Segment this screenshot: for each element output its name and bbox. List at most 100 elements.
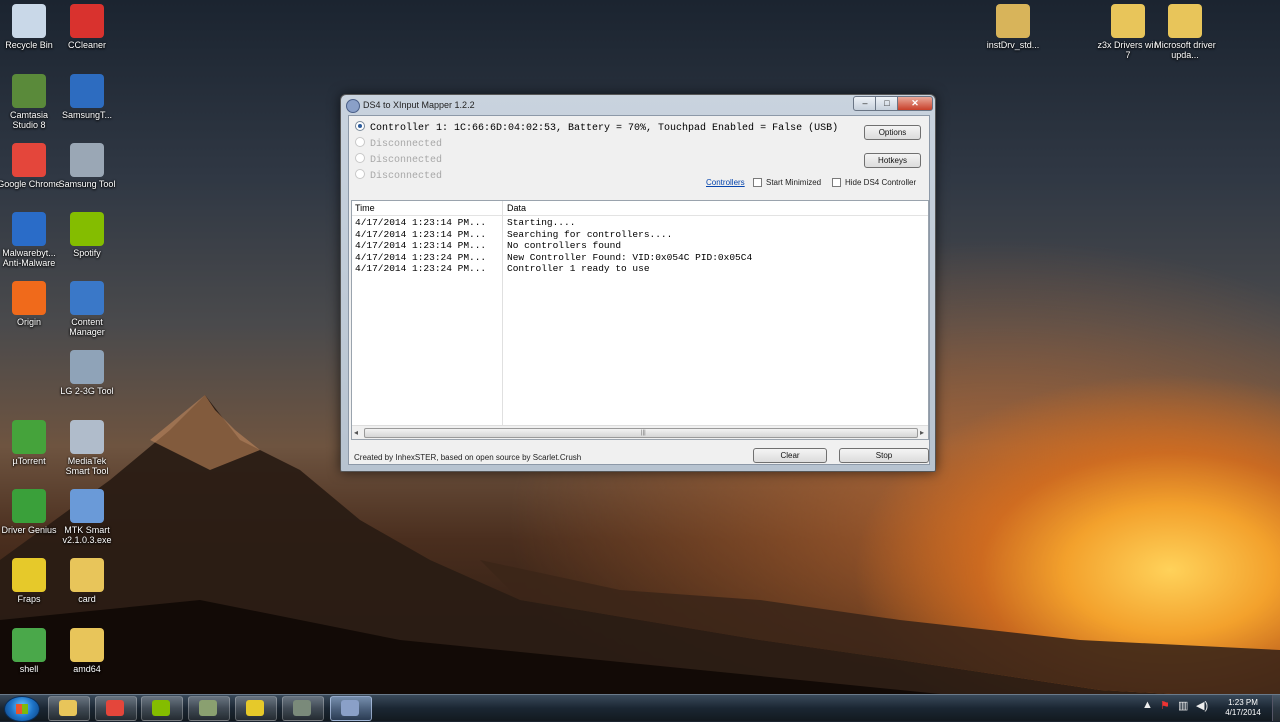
desktop-icon-label: instDrv_std...: [986, 40, 1040, 50]
desktop-icon[interactable]: LG 2-3G Tool: [55, 350, 119, 396]
folder-icon: [70, 628, 104, 662]
checkbox-icon[interactable]: [753, 178, 762, 188]
desktop-icon-label: Malwarebyt... Anti-Malware: [2, 248, 56, 268]
desktop-icon[interactable]: card: [55, 558, 119, 604]
radio-selected-icon[interactable]: [355, 121, 365, 132]
spotify-icon: [70, 212, 104, 246]
options-button[interactable]: Options: [864, 125, 921, 140]
start-minimized-checkbox[interactable]: Start Minimized: [753, 178, 822, 188]
desktop-icon-label: Origin: [16, 317, 41, 327]
ds4-mapper-icon: [341, 700, 359, 716]
desktop-icon-label: z3x Drivers win 7: [1097, 40, 1159, 60]
network-icon[interactable]: ▥: [1178, 699, 1188, 712]
app-icon: [346, 99, 360, 113]
desktop-icon-label: Samsung Tool: [58, 179, 116, 189]
mediatek-icon: [70, 420, 104, 454]
log-time: 4/17/2014 1:23:24 PM...: [355, 251, 487, 263]
time-column-header[interactable]: Time: [355, 203, 375, 213]
start-minimized-label: Start Minimized: [766, 178, 822, 187]
scroll-left-icon[interactable]: ◂: [354, 428, 358, 437]
desktop-icon[interactable]: instDrv_std...: [981, 4, 1045, 50]
desktop-icon[interactable]: MediaTek Smart Tool: [55, 420, 119, 476]
desktop-icon-label: amd64: [73, 664, 101, 674]
desktop-icon[interactable]: µTorrent: [0, 420, 61, 466]
action-center-flag-icon[interactable]: ⚑: [1160, 699, 1170, 712]
desktop-icon[interactable]: Origin: [0, 281, 61, 327]
volume-icon[interactable]: ◀): [1196, 699, 1208, 712]
minimize-button[interactable]: –: [853, 96, 877, 111]
taskbar-button[interactable]: [48, 696, 90, 721]
desktop-icon-label: shell: [19, 664, 39, 674]
ds4-mapper-window[interactable]: DS4 to XInput Mapper 1.2.2 – □ ✕ Control…: [340, 94, 936, 472]
spotify-icon: [152, 700, 170, 716]
taskbar-button[interactable]: [282, 696, 324, 721]
log-data: Searching for controllers....: [507, 228, 673, 240]
camtasia-icon: [12, 74, 46, 108]
desktop-icon[interactable]: Malwarebyt... Anti-Malware: [0, 212, 61, 268]
horizontal-scrollbar[interactable]: ◂ ||| ▸: [352, 425, 928, 439]
maximize-button[interactable]: □: [875, 96, 899, 111]
taskbar-button[interactable]: [235, 696, 277, 721]
controller-2-label: Disconnected: [370, 139, 443, 150]
stop-button[interactable]: Stop: [839, 448, 929, 463]
desktop-icon-label: Microsoft driver upda...: [1154, 40, 1216, 60]
clear-button[interactable]: Clear: [753, 448, 827, 463]
desktop-icon[interactable]: Spotify: [55, 212, 119, 258]
checkbox-icon[interactable]: [832, 178, 841, 188]
scroll-right-icon[interactable]: ▸: [920, 428, 924, 437]
desktop-icon[interactable]: CCleaner: [55, 4, 119, 50]
scrollbar-thumb[interactable]: |||: [364, 428, 918, 438]
tray-overflow-icon[interactable]: ▲: [1142, 699, 1153, 711]
close-button[interactable]: ✕: [897, 96, 933, 111]
folder-icon: [1168, 4, 1202, 38]
controllers-link[interactable]: Controllers: [706, 178, 745, 187]
desktop-icon[interactable]: Samsung Tool: [55, 143, 119, 189]
log-listview[interactable]: Time Data 4/17/2014 1:23:14 PM... Startin…: [351, 200, 929, 440]
desktop-icon[interactable]: Recycle Bin: [0, 4, 61, 50]
desktop-icon-label: LG 2-3G Tool: [60, 386, 114, 396]
ccleaner-icon: [70, 4, 104, 38]
data-column-header[interactable]: Data: [507, 203, 526, 213]
desktop-icon[interactable]: Content Manager: [55, 281, 119, 337]
desktop-icon[interactable]: SamsungT...: [55, 74, 119, 120]
radio-icon: [355, 169, 365, 180]
fraps-icon: [12, 558, 46, 592]
desktop-icon[interactable]: amd64: [55, 628, 119, 674]
desktop-icon[interactable]: z3x Drivers win 7: [1096, 4, 1160, 60]
lg-tool-icon: [70, 350, 104, 384]
chrome-icon: [106, 700, 124, 716]
controller-4-label: Disconnected: [370, 171, 443, 182]
taskbar-button[interactable]: [188, 696, 230, 721]
desktop-icon[interactable]: MTK Smart v2.1.0.3.exe: [55, 489, 119, 545]
start-button[interactable]: [4, 696, 40, 722]
taskbar-button[interactable]: [141, 696, 183, 721]
clock-date: 4/17/2014: [1225, 708, 1261, 717]
desktop-icon[interactable]: Fraps: [0, 558, 61, 604]
camtasia-recorder-icon: [293, 700, 311, 716]
desktop-icon[interactable]: Driver Genius: [0, 489, 61, 535]
hide-ds4-checkbox[interactable]: Hide DS4 Controller: [832, 178, 916, 188]
desktop-icon-label: Content Manager: [69, 317, 105, 337]
desktop-icon[interactable]: Google Chrome: [0, 143, 61, 189]
controller-1-radio[interactable]: Controller 1: 1C:66:6D:04:02:53, Battery…: [355, 121, 838, 136]
log-data: New Controller Found: VID:0x054C PID:0x0…: [507, 251, 753, 263]
window-titlebar[interactable]: DS4 to XInput Mapper 1.2.2 – □ ✕: [341, 95, 935, 115]
samsung-tool-icon: [70, 74, 104, 108]
shell-icon: [12, 628, 46, 662]
installer-icon: [996, 4, 1030, 38]
exe-icon: [70, 489, 104, 523]
explorer-icon: [59, 700, 77, 716]
system-clock[interactable]: 1:23 PM 4/17/2014: [1218, 698, 1268, 718]
hotkeys-button[interactable]: Hotkeys: [864, 153, 921, 168]
camtasia-icon: [199, 700, 217, 716]
desktop-icon[interactable]: Microsoft driver upda...: [1153, 4, 1217, 60]
clock-time: 1:23 PM: [1228, 698, 1258, 707]
show-desktop-button[interactable]: [1272, 695, 1280, 721]
log-time: 4/17/2014 1:23:14 PM...: [355, 240, 487, 252]
desktop-icon-label: MTK Smart v2.1.0.3.exe: [62, 525, 112, 545]
desktop-icon[interactable]: Camtasia Studio 8: [0, 74, 61, 130]
taskbar-button[interactable]: [330, 696, 372, 721]
taskbar-button[interactable]: [95, 696, 137, 721]
desktop-icon[interactable]: shell: [0, 628, 61, 674]
radio-icon: [355, 137, 365, 148]
